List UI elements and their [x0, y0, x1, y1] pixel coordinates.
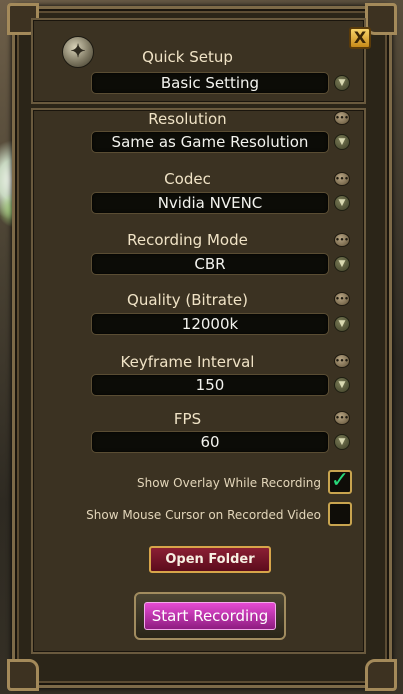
- recording-mode-label: Recording Mode: [127, 231, 248, 249]
- fps-info-icon[interactable]: •••: [334, 411, 350, 425]
- close-button[interactable]: X: [349, 27, 371, 49]
- fps-label: FPS: [173, 410, 202, 428]
- quick-setup-label: Quick Setup: [142, 48, 233, 66]
- quality-select[interactable]: 12000k: [91, 313, 329, 335]
- codec-dropdown-icon[interactable]: ▼: [334, 195, 350, 211]
- keyframe-interval-info-icon[interactable]: •••: [334, 354, 350, 368]
- recording-mode-dropdown-icon[interactable]: ▼: [334, 256, 350, 272]
- start-recording-frame: Start Recording: [134, 592, 286, 640]
- quality-dropdown-icon[interactable]: ▼: [334, 316, 350, 332]
- codec-info-icon[interactable]: •••: [334, 172, 350, 186]
- checkmark-icon: ✓: [330, 468, 350, 493]
- open-folder-button[interactable]: Open Folder: [149, 546, 271, 573]
- quality-label: Quality (Bitrate): [127, 291, 248, 309]
- quick-setup-select[interactable]: Basic Setting: [91, 72, 329, 94]
- resolution-select[interactable]: Same as Game Resolution: [91, 131, 329, 153]
- keyframe-interval-label: Keyframe Interval: [120, 353, 255, 371]
- resolution-label: Resolution: [148, 110, 227, 128]
- show-cursor-checkbox[interactable]: [328, 502, 352, 526]
- keyframe-interval-dropdown-icon[interactable]: ▼: [334, 377, 350, 393]
- show-overlay-checkbox[interactable]: ✓: [328, 470, 352, 494]
- frame-corner-ornament: [7, 659, 39, 691]
- resolution-info-icon[interactable]: •••: [334, 111, 350, 125]
- resolution-dropdown-icon[interactable]: ▼: [334, 134, 350, 150]
- recording-mode-info-icon[interactable]: •••: [334, 233, 350, 247]
- fps-dropdown-icon[interactable]: ▼: [334, 434, 350, 450]
- codec-label: Codec: [164, 170, 211, 188]
- keyframe-interval-select[interactable]: 150: [91, 374, 329, 396]
- fps-select[interactable]: 60: [91, 431, 329, 453]
- start-recording-button[interactable]: Start Recording: [144, 602, 276, 630]
- recording-mode-select[interactable]: CBR: [91, 253, 329, 275]
- quality-info-icon[interactable]: •••: [334, 292, 350, 306]
- frame-corner-ornament: [365, 659, 397, 691]
- codec-select[interactable]: Nvidia NVENC: [91, 192, 329, 214]
- show-cursor-label: Show Mouse Cursor on Recorded Video: [86, 508, 321, 522]
- show-overlay-label: Show Overlay While Recording: [136, 476, 321, 490]
- quick-setup-dropdown-icon[interactable]: ▼: [334, 75, 350, 91]
